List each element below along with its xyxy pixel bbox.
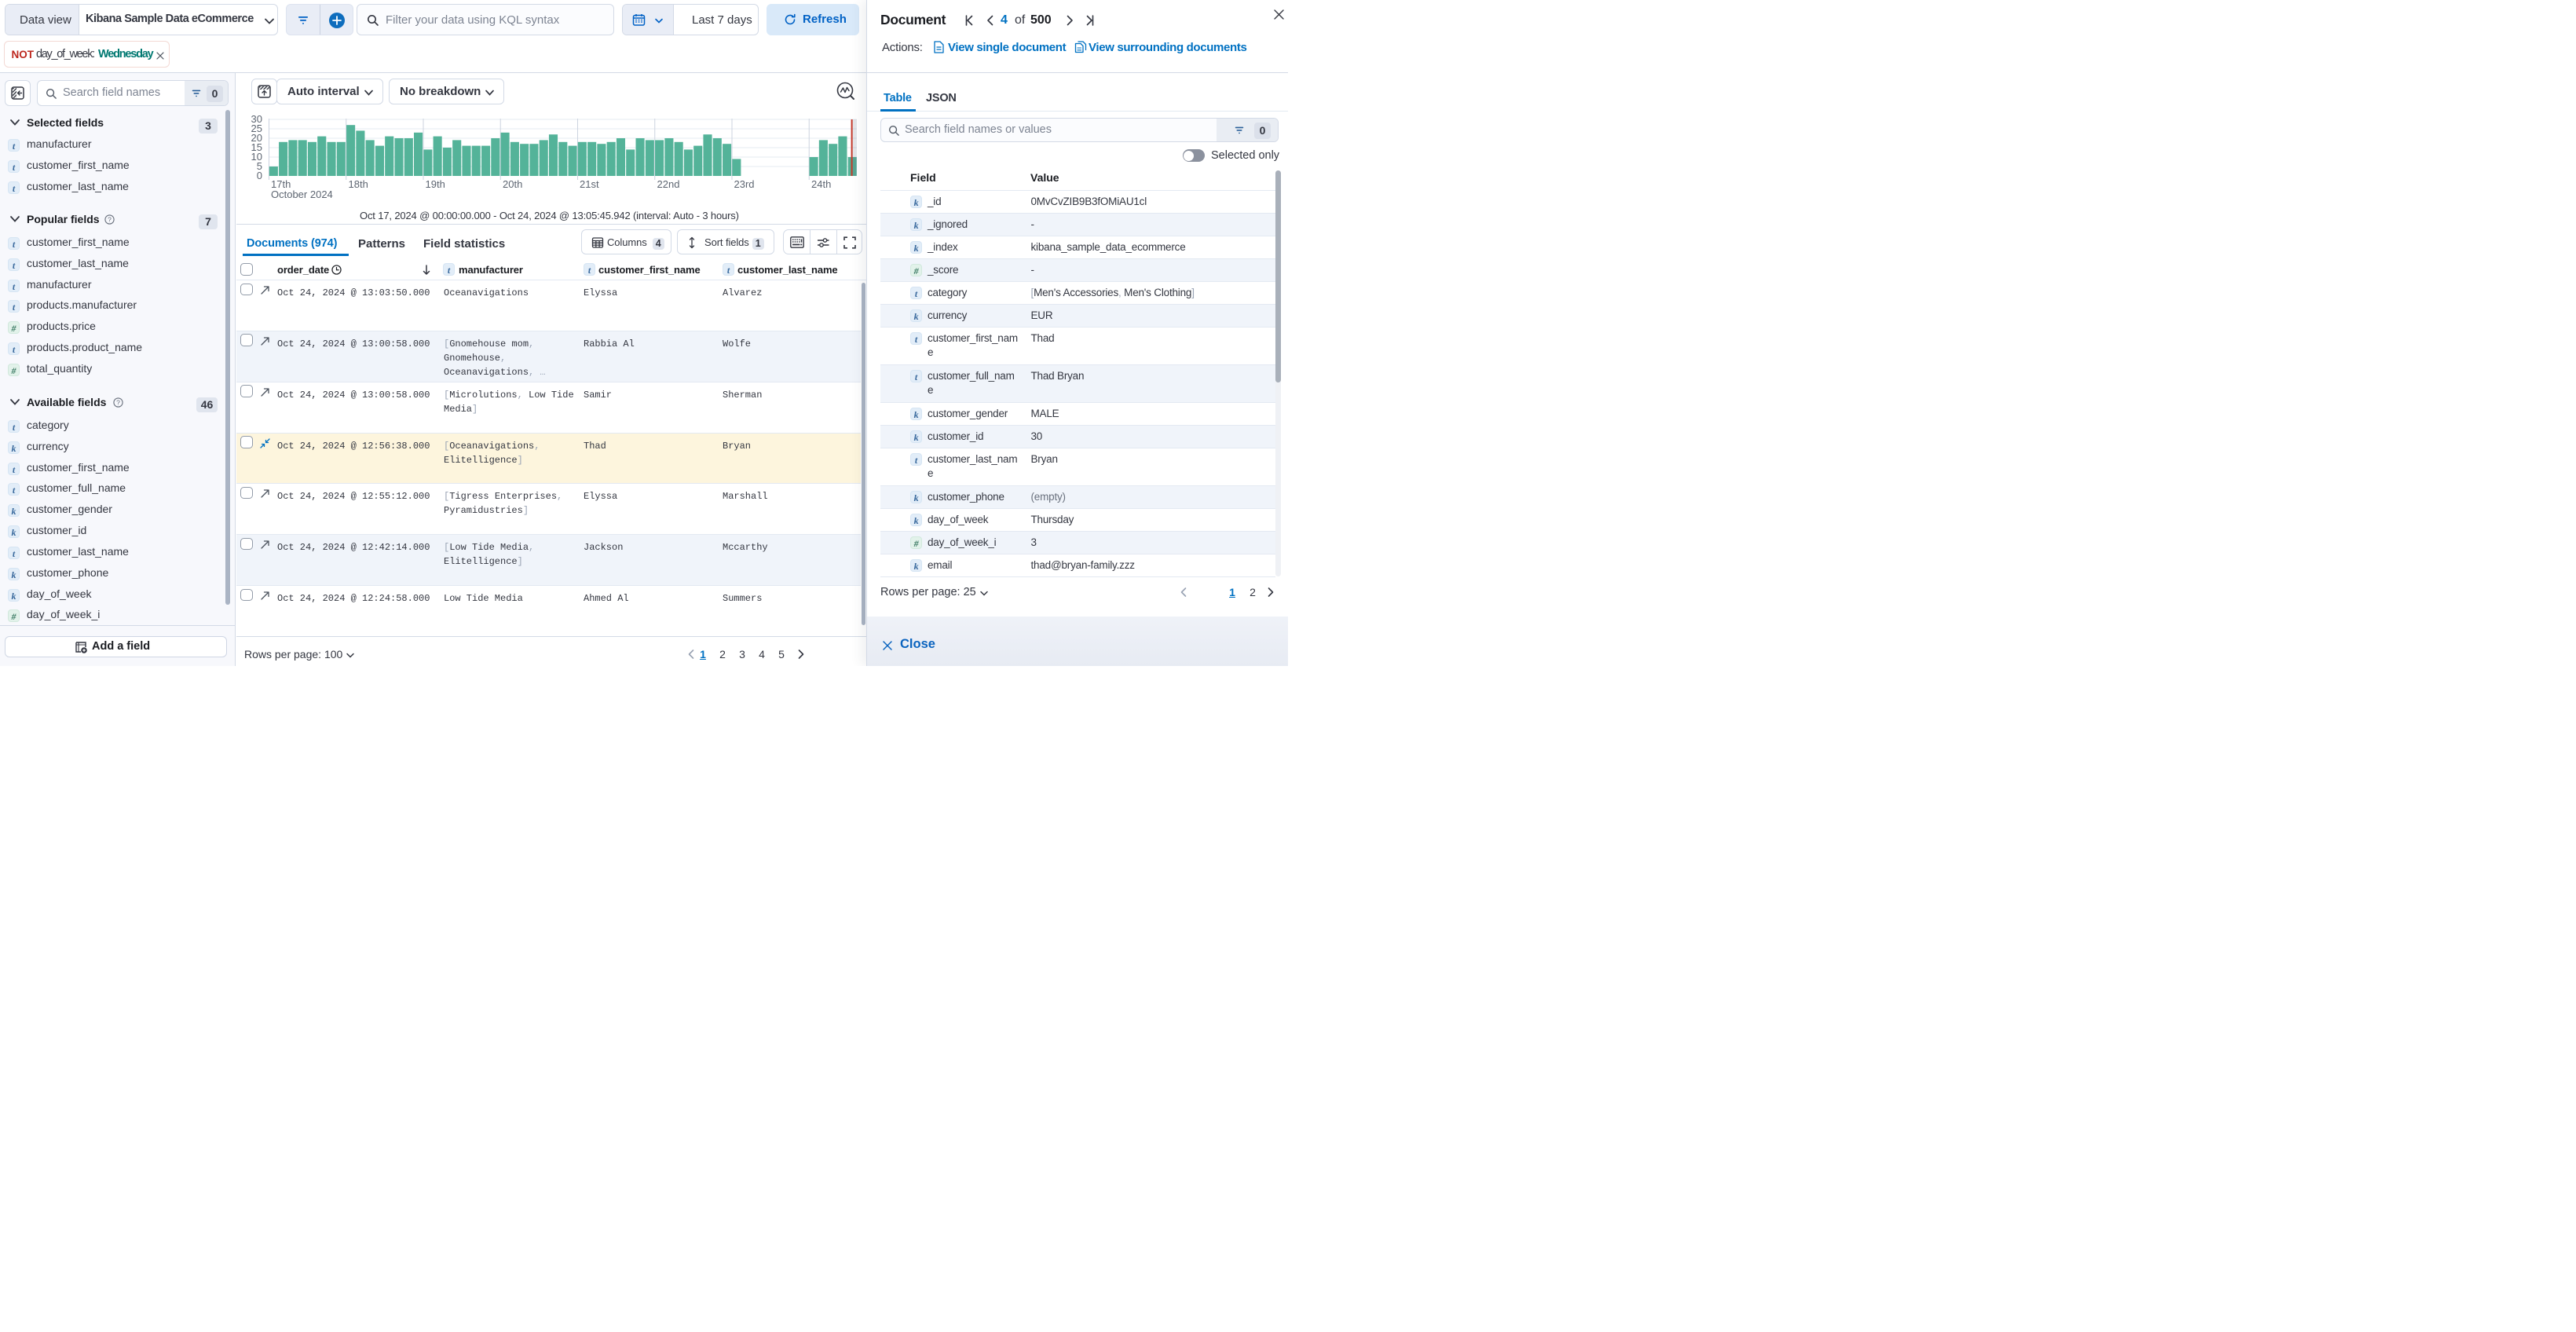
- svg-text:?: ?: [116, 398, 120, 406]
- svg-text:?: ?: [108, 215, 112, 223]
